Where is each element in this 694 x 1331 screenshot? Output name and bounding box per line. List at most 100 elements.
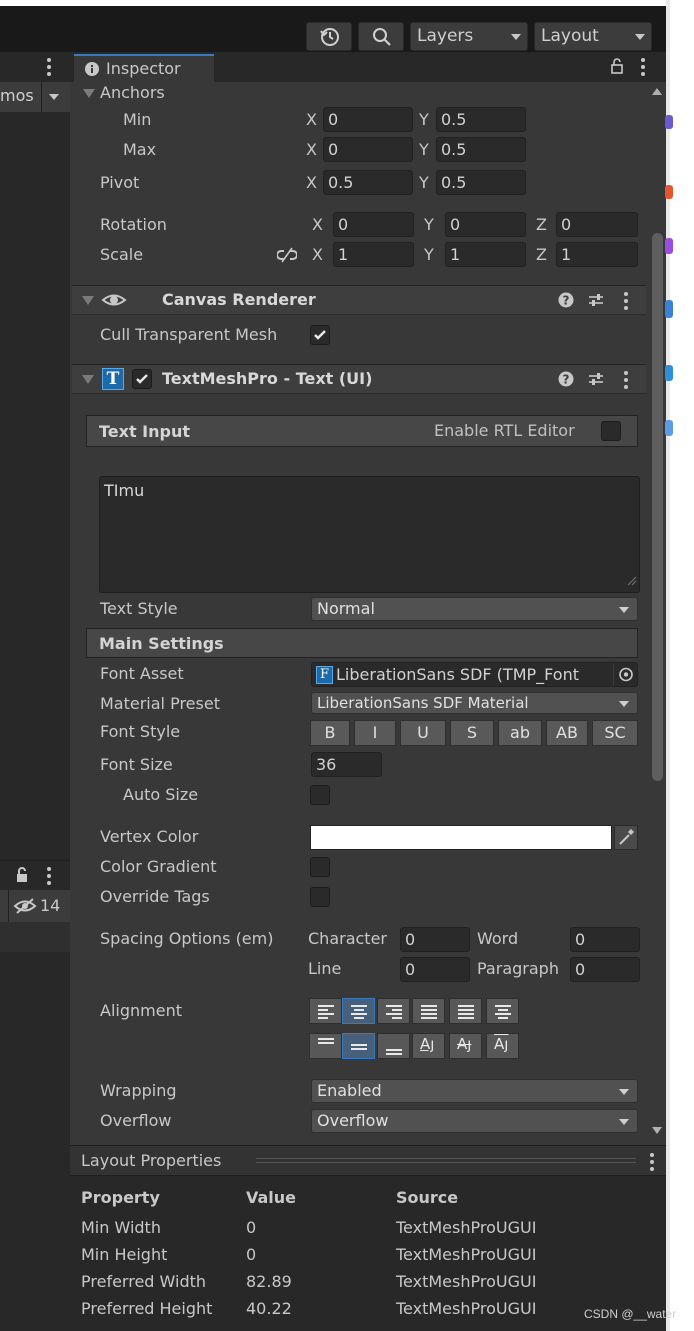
scroll-up-icon[interactable] [652,88,662,95]
more-menu-icon[interactable] [641,58,645,79]
word-spacing-field[interactable]: 0 [570,927,640,952]
background-art-fragment [665,238,673,254]
scale-z-field[interactable]: 1 [556,242,638,267]
more-menu-icon[interactable] [650,1153,654,1174]
font-asset-label: Font Asset [100,664,184,683]
material-preset-value: LiberationSans SDF Material [317,694,529,712]
pivot-y-field[interactable]: 0.5 [436,170,526,195]
svg-text:?: ? [563,294,570,308]
axis-x-label: X [312,245,323,264]
align-baseline-button[interactable]: Aȷ [412,1033,445,1059]
wrapping-dropdown[interactable]: Enabled [311,1079,638,1103]
align-geometry-center-button[interactable] [486,998,519,1024]
align-midline-button[interactable]: Aȷ [449,1033,482,1059]
color-gradient-checkbox[interactable] [310,857,330,877]
anchors-label[interactable]: Anchors [100,83,165,102]
align-capline-button[interactable]: Aȷ [486,1033,519,1059]
text-input-area[interactable]: TImu [99,476,640,593]
layout-properties-header[interactable]: Layout Properties [70,1146,666,1176]
axis-x-label: X [312,215,323,234]
anchor-min-label: Min [123,110,152,129]
font-asset-field[interactable]: F LiberationSans SDF (TMP_Font [311,662,638,687]
chevron-down-icon [511,34,521,40]
material-preset-dropdown[interactable]: LiberationSans SDF Material [311,692,638,714]
main-settings-header: Main Settings [86,628,638,658]
anchor-min-y-field[interactable]: 0.5 [436,107,526,132]
font-style-bold-button[interactable]: B [310,720,350,746]
align-center-button[interactable] [342,998,375,1024]
font-style-underline-button[interactable]: U [400,720,446,746]
more-menu-icon[interactable] [624,371,628,392]
text-style-dropdown[interactable]: Normal [311,597,638,621]
presets-icon[interactable] [588,371,604,391]
align-top-button[interactable] [309,1033,342,1059]
eyedropper-icon[interactable] [614,825,638,850]
override-tags-checkbox[interactable] [310,887,330,907]
chevron-down-icon[interactable] [49,94,59,100]
tmp-enabled-checkbox[interactable] [132,369,152,389]
rotation-y-field[interactable]: 0 [445,212,526,237]
font-style-lowercase-button[interactable]: ab [498,720,542,746]
overflow-dropdown[interactable]: Overflow [311,1109,638,1133]
more-menu-icon[interactable] [47,58,51,79]
history-button[interactable] [306,22,352,51]
more-menu-icon[interactable] [47,867,51,888]
hidden-objects-icon[interactable] [13,897,37,919]
foldout-arrow-icon[interactable] [82,375,94,384]
scrollbar-thumb[interactable] [652,233,663,781]
canvas-renderer-header[interactable]: Canvas Renderer ? [72,285,646,315]
font-style-smallcaps-button[interactable]: SC [592,720,638,746]
help-icon[interactable]: ? [558,371,574,391]
paragraph-spacing-field[interactable]: 0 [570,957,640,982]
search-button[interactable] [358,22,404,51]
resize-handle-icon[interactable] [627,571,637,590]
align-flush-button[interactable] [449,998,482,1024]
line-spacing-field[interactable]: 0 [400,957,470,982]
align-middle-button[interactable] [342,1033,375,1059]
auto-size-checkbox[interactable] [310,785,330,805]
chevron-down-icon [619,1119,629,1125]
anchor-min-x-field[interactable]: 0 [323,107,413,132]
chevron-down-icon [619,701,629,707]
scroll-down-icon[interactable] [652,1127,662,1134]
lock-icon[interactable] [15,867,29,887]
vertex-color-swatch[interactable] [310,825,612,850]
info-icon [84,61,100,81]
axis-x-label: X [306,140,317,159]
anchor-max-y-field[interactable]: 0.5 [436,137,526,162]
pivot-x-field[interactable]: 0.5 [323,170,413,195]
layers-dropdown[interactable]: Layers [410,22,528,51]
rtl-editor-checkbox[interactable] [601,421,621,441]
midline-icon: Aȷ [457,1035,472,1053]
font-style-uppercase-button[interactable]: AB [546,720,588,746]
anchor-max-x-field[interactable]: 0 [323,137,413,162]
wrapping-value: Enabled [317,1081,382,1100]
foldout-arrow-icon[interactable] [82,296,94,305]
scale-y-field[interactable]: 1 [445,242,526,267]
align-right-button[interactable] [377,998,410,1024]
align-left-button[interactable] [309,998,342,1024]
tmp-header[interactable]: T TextMeshPro - Text (UI) ? [72,364,646,394]
tab-inspector[interactable]: Inspector [74,54,214,82]
scale-x-field[interactable]: 1 [333,242,414,267]
character-spacing-field[interactable]: 0 [400,927,470,952]
cull-transparent-checkbox[interactable] [310,325,330,345]
align-bottom-button[interactable] [377,1033,410,1059]
rotation-z-field[interactable]: 0 [556,212,638,237]
help-icon[interactable]: ? [558,292,574,312]
rotation-x-field[interactable]: 0 [333,212,414,237]
font-size-field[interactable]: 36 [311,752,382,777]
gizmos-label[interactable]: mos [0,86,34,105]
object-picker-icon[interactable] [613,663,637,686]
drag-handle[interactable] [256,1158,636,1163]
presets-icon[interactable] [588,292,604,312]
align-justify-button[interactable] [412,998,445,1024]
baseline-icon: Aȷ [420,1035,435,1053]
font-style-italic-button[interactable]: I [354,720,396,746]
font-style-strike-button[interactable]: S [450,720,494,746]
more-menu-icon[interactable] [624,292,628,313]
layout-dropdown[interactable]: Layout [534,22,652,51]
constrain-proportions-icon[interactable] [276,247,298,267]
lock-icon[interactable] [610,58,624,78]
foldout-arrow-icon[interactable] [83,89,95,98]
